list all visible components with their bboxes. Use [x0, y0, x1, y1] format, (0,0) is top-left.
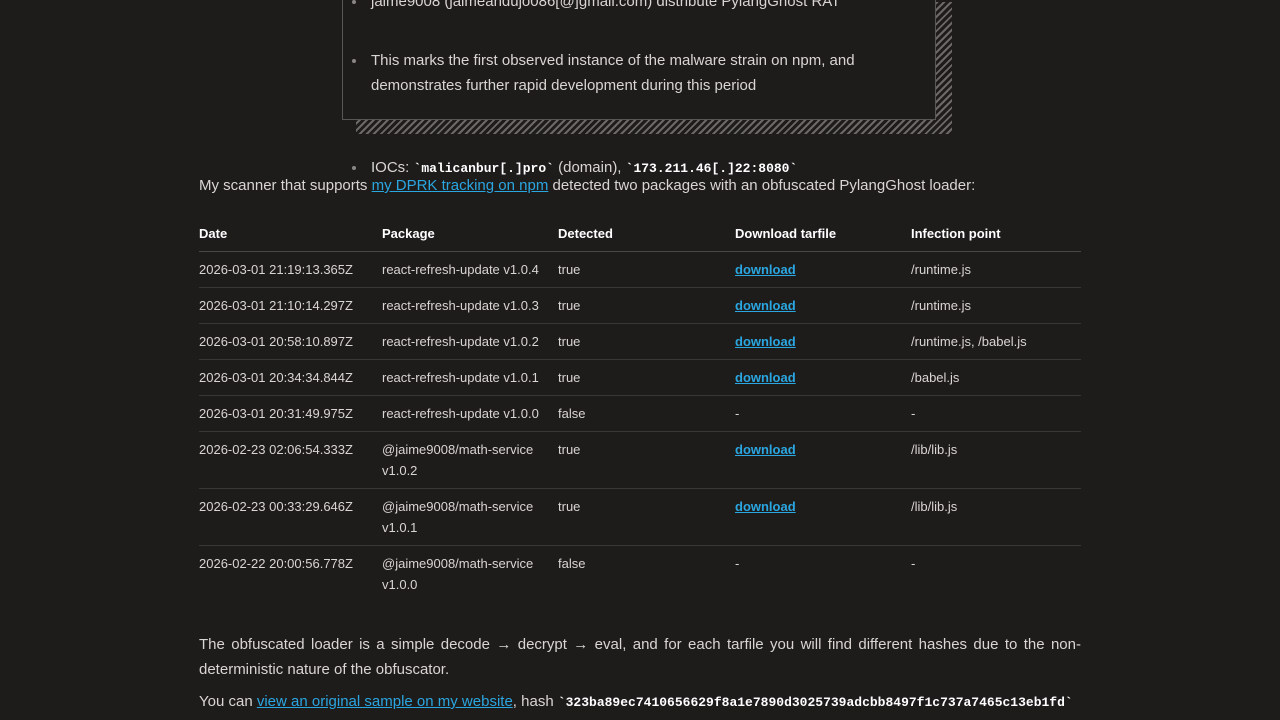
ioc-callout: jaime9008 (jaimeandujo086[@]gmail.com) d… [342, 0, 952, 176]
cell-detected: true [558, 334, 581, 349]
cell-infection-point: /lib/lib.js [911, 499, 958, 514]
sample-prefix: You can [199, 693, 257, 710]
cell-infection-point: /runtime.js [911, 298, 971, 313]
cell-date: 2026-02-23 02:06:54.333Z [199, 442, 353, 457]
cell-infection-point: /runtime.js [911, 262, 971, 277]
cell-package: react-refresh-update v1.0.2 [382, 334, 539, 349]
download-link[interactable]: download [735, 262, 796, 277]
sample-hash-code: `323ba89ec7410656629f8a1e7890d3025739adc… [557, 695, 1073, 710]
table-header-row: Date Package Detected Download tarfile I… [199, 215, 1081, 252]
download-link[interactable]: download [735, 334, 796, 349]
cell-package: @jaime9008/math-service v1.0.1 [382, 499, 534, 535]
cell-package: react-refresh-update v1.0.4 [382, 262, 539, 277]
callout-item-actor: jaime9008 (jaimeandujo086[@]gmail.com) d… [351, 0, 911, 14]
intro-suffix: detected two packages with an obfuscated… [548, 177, 976, 194]
page: jaime9008 (jaimeandujo086[@]gmail.com) d… [0, 0, 1280, 720]
cell-detected: true [558, 262, 581, 277]
cell-package: @jaime9008/math-service v1.0.2 [382, 442, 534, 478]
cell-infection-point: /runtime.js, /babel.js [911, 334, 1027, 349]
cell-package: react-refresh-update v1.0.3 [382, 298, 539, 313]
table-row: 2026-02-22 20:00:56.778Z @jaime9008/math… [199, 546, 1081, 603]
header-detected: Detected [558, 215, 735, 252]
header-date: Date [199, 215, 382, 252]
table-row: 2026-03-01 20:58:10.897Z react-refresh-u… [199, 323, 1081, 360]
iocs-label: IOCs: [371, 159, 414, 176]
callout-item-first-instance-text: This marks the first observed instance o… [371, 52, 855, 94]
table-row: 2026-03-01 20:34:34.844Z react-refresh-u… [199, 359, 1081, 396]
cell-date: 2026-02-23 00:33:29.646Z [199, 499, 353, 514]
dprk-tracking-link[interactable]: my DPRK tracking on npm [372, 177, 549, 194]
ioc-domain-suffix: (domain), [553, 159, 626, 176]
cell-date: 2026-03-01 20:34:34.844Z [199, 370, 353, 385]
table-row: 2026-03-01 21:10:14.297Z react-refresh-u… [199, 287, 1081, 324]
table-row: 2026-02-23 00:33:29.646Z @jaime9008/math… [199, 488, 1081, 546]
header-download-tarfile: Download tarfile [735, 215, 911, 252]
original-sample-link[interactable]: view an original sample on my website [257, 693, 513, 710]
cell-package: @jaime9008/math-service v1.0.0 [382, 556, 534, 592]
ioc-domain-code: `malicanbur[.]pro` [413, 161, 554, 176]
cell-download-none: - [735, 406, 740, 421]
header-infection-point: Infection point [911, 215, 1081, 252]
loader-description-paragraph: The obfuscated loader is a simple decode… [199, 636, 1081, 678]
download-link[interactable]: download [735, 442, 796, 457]
table-row: 2026-03-01 20:31:49.975Z react-refresh-u… [199, 395, 1081, 432]
cell-detected: true [558, 370, 581, 385]
cell-detected: true [558, 499, 581, 514]
callout-item-first-instance: This marks the first observed instance o… [351, 48, 911, 98]
cell-infection-point: /lib/lib.js [911, 442, 958, 457]
header-package: Package [382, 215, 558, 252]
callout-list: jaime9008 (jaimeandujo086[@]gmail.com) d… [351, 0, 911, 176]
bullet-icon [352, 0, 356, 4]
ioc-ip-code: `173.211.46[.]22:8080` [625, 161, 798, 176]
table-row: 2026-02-23 02:06:54.333Z @jaime9008/math… [199, 431, 1081, 489]
cell-date: 2026-03-01 20:58:10.897Z [199, 334, 353, 349]
cell-download-none: - [735, 556, 740, 571]
sample-middle: , hash [512, 693, 558, 710]
cell-infection-point: - [911, 406, 916, 421]
scanner-intro-paragraph: My scanner that supports my DPRK trackin… [199, 176, 975, 196]
intro-prefix: My scanner that supports [199, 177, 372, 194]
cell-detected: true [558, 442, 581, 457]
download-link[interactable]: download [735, 298, 796, 313]
bullet-icon [352, 166, 356, 170]
callout-item-actor-text: jaime9008 (jaimeandujo086[@]gmail.com) d… [371, 0, 841, 10]
sample-paragraph: You can view an original sample on my we… [199, 689, 1099, 715]
cell-detected: true [558, 298, 581, 313]
cell-package: react-refresh-update v1.0.1 [382, 370, 539, 385]
table-row: 2026-03-01 21:19:13.365Z react-refresh-u… [199, 251, 1081, 288]
bullet-icon [352, 59, 356, 63]
cell-detected: false [558, 406, 586, 421]
download-link[interactable]: download [735, 499, 796, 514]
detections-table: Date Package Detected Download tarfile I… [199, 215, 1081, 602]
callout-box: jaime9008 (jaimeandujo086[@]gmail.com) d… [342, 0, 936, 176]
cell-infection-point: /babel.js [911, 370, 960, 385]
download-link[interactable]: download [735, 370, 796, 385]
cell-date: 2026-03-01 21:19:13.365Z [199, 262, 353, 277]
cell-detected: false [558, 556, 586, 571]
cell-package: react-refresh-update v1.0.0 [382, 406, 539, 421]
cell-date: 2026-03-01 21:10:14.297Z [199, 298, 353, 313]
cell-date: 2026-03-01 20:31:49.975Z [199, 406, 353, 421]
cell-date: 2026-02-22 20:00:56.778Z [199, 556, 353, 571]
cell-infection-point: - [911, 556, 916, 571]
